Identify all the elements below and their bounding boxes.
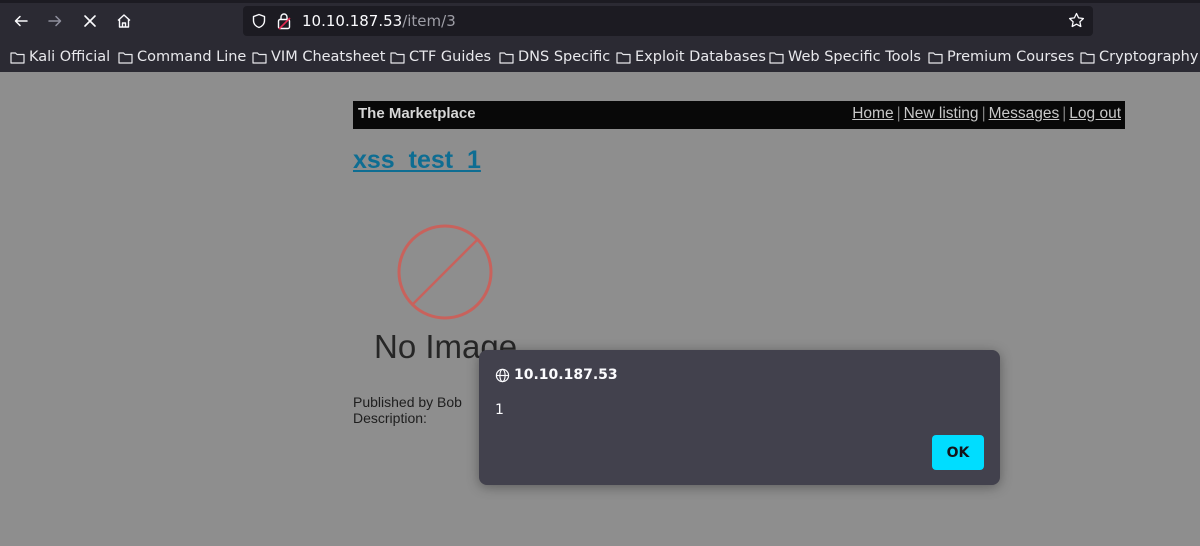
- nav-link-new-listing[interactable]: New listing: [904, 105, 979, 122]
- bookmark-kali-official[interactable]: Kali Official: [10, 48, 110, 66]
- shield-icon[interactable]: [251, 13, 267, 29]
- nav-separator: |: [1062, 105, 1067, 122]
- bookmark-label: DNS Specific: [518, 49, 611, 65]
- folder-icon: [390, 51, 405, 64]
- star-icon[interactable]: [1068, 12, 1085, 29]
- nav-separator: |: [981, 105, 986, 122]
- alert-dialog: 10.10.187.53 1 OK: [479, 350, 1000, 485]
- no-image-icon: [397, 224, 493, 320]
- forward-button[interactable]: [42, 8, 68, 34]
- url-path: /item/3: [402, 12, 456, 30]
- site-nav: Home | New listing | Messages | Log out: [852, 105, 1121, 123]
- description-label: Description:: [353, 410, 427, 426]
- nav-link-home[interactable]: Home: [852, 105, 893, 122]
- site-header: The Marketplace Home | New listing | Message…: [353, 101, 1125, 129]
- bookmark-ctf-guides[interactable]: CTF Guides: [390, 48, 491, 66]
- url-text[interactable]: 10.10.187.53/item/3: [302, 12, 456, 30]
- bookmark-cryptography[interactable]: Cryptography: [1080, 48, 1198, 66]
- bookmark-label: Kali Official: [29, 49, 111, 65]
- bookmark-label: Command Line: [137, 49, 247, 65]
- site-brand: The Marketplace: [358, 105, 476, 122]
- globe-icon: [495, 368, 510, 382]
- folder-icon: [769, 51, 784, 64]
- published-by: Published by Bob: [353, 394, 462, 410]
- home-button[interactable]: [111, 8, 137, 34]
- bookmark-premium-courses[interactable]: Premium Courses: [928, 48, 1074, 66]
- forward-icon: [48, 15, 62, 27]
- url-bar[interactable]: 10.10.187.53/item/3: [243, 6, 1093, 36]
- folder-icon: [118, 51, 133, 64]
- nav-link-messages[interactable]: Messages: [989, 105, 1060, 122]
- bookmark-exploit-databases[interactable]: Exploit Databases: [616, 48, 766, 66]
- dialog-message: 1: [495, 402, 504, 418]
- back-icon: [14, 15, 28, 27]
- bookmark-web-specific-tools[interactable]: Web Specific Tools: [769, 48, 921, 66]
- folder-icon: [10, 51, 25, 64]
- ok-button[interactable]: OK: [932, 435, 984, 470]
- item-image: No Image: [370, 220, 530, 365]
- bookmark-vim-cheatsheet[interactable]: VIM Cheatsheet: [252, 48, 385, 66]
- browser-toolbar: 10.10.187.53/item/3: [0, 0, 1200, 42]
- item-meta: Published by Bob Description:: [353, 394, 462, 426]
- nav-link-log-out[interactable]: Log out: [1069, 105, 1121, 122]
- bookmark-label: Cryptography: [1099, 49, 1199, 65]
- bookmarks-toolbar: Kali Official Command Line VIM Cheatshee…: [0, 42, 1200, 72]
- item-title-link[interactable]: xss_test_1: [353, 145, 481, 175]
- dialog-origin-text: 10.10.187.53: [514, 367, 618, 383]
- window-top-edge: [0, 0, 1200, 3]
- bookmark-label: Exploit Databases: [635, 49, 766, 65]
- nav-separator: |: [896, 105, 901, 122]
- bookmark-dns-specific[interactable]: DNS Specific: [499, 48, 610, 66]
- bookmark-command-line[interactable]: Command Line: [118, 48, 246, 66]
- stop-icon: [84, 15, 96, 27]
- bookmark-label: Web Specific Tools: [788, 49, 921, 65]
- folder-icon: [616, 51, 631, 64]
- lock-icon[interactable]: [276, 12, 292, 30]
- home-icon: [117, 14, 131, 28]
- folder-icon: [252, 51, 267, 64]
- stop-button[interactable]: [77, 8, 103, 34]
- folder-icon: [928, 51, 943, 64]
- dialog-origin: 10.10.187.53: [495, 366, 618, 384]
- url-host: 10.10.187.53: [302, 12, 403, 30]
- bookmark-label: CTF Guides: [409, 49, 492, 65]
- bookmark-label: VIM Cheatsheet: [271, 49, 386, 65]
- back-button[interactable]: [8, 8, 34, 34]
- folder-icon: [1080, 51, 1095, 64]
- folder-icon: [499, 51, 514, 64]
- bookmark-label: Premium Courses: [947, 49, 1075, 65]
